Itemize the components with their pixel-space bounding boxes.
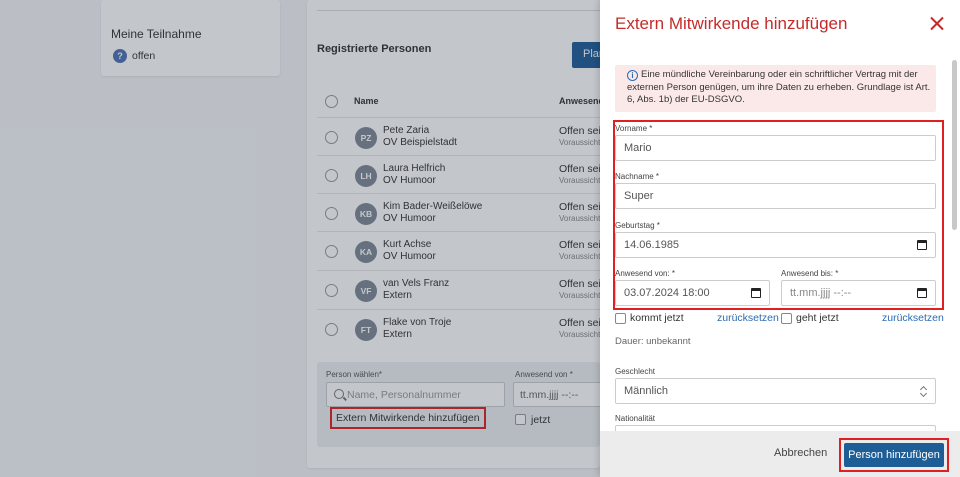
vorname-label: Vorname * [615,124,653,133]
close-icon[interactable] [927,14,947,34]
panel-scrollbar[interactable] [952,60,957,230]
anwesend-von-value: 03.07.2024 18:00 [624,287,710,299]
info-box: i Eine mündliche Vereinbarung oder ein s… [615,65,936,112]
dauer-text: Dauer: unbekannt [615,336,691,347]
cancel-button[interactable]: Abbrechen [774,447,827,459]
geburtstag-value: 14.06.1985 [624,239,680,251]
calendar-icon[interactable] [917,288,927,298]
select-arrows-icon [920,385,928,398]
background-page: Meine Teilnahme ? offen Registrierte Per… [0,0,600,477]
geht-jetzt-checkbox[interactable] [781,313,792,324]
anwesend-bis-value: tt.mm.jjjj --:-- [790,287,852,299]
vorname-input[interactable]: Mario [615,135,936,161]
geburtstag-input[interactable]: 14.06.1985 [615,232,936,258]
extern-mitwirkende-panel: Extern Mitwirkende hinzufügen i Eine mün… [600,0,960,477]
panel-scroll-area[interactable]: i Eine mündliche Vereinbarung oder ein s… [600,52,960,431]
anwesend-von-input[interactable]: 03.07.2024 18:00 [615,280,770,306]
kommt-jetzt-label: kommt jetzt [630,312,684,324]
submit-highlight: Person hinzufügen [839,438,949,472]
calendar-icon[interactable] [917,240,927,250]
anwesend-bis-input[interactable]: tt.mm.jjjj --:-- [781,280,936,306]
geschlecht-value: Männlich [624,385,669,397]
anwesend-bis-label: Anwesend bis: * [781,269,839,278]
geht-jetzt-label: geht jetzt [796,312,839,324]
panel-title: Extern Mitwirkende hinzufügen [615,14,848,33]
overlay-dim[interactable] [0,0,600,477]
kommt-jetzt-checkbox[interactable] [615,313,626,324]
geburtstag-label: Geburtstag * [615,221,660,230]
nationalitaet-label: Nationalität [615,414,656,423]
geschlecht-select[interactable]: Männlich [615,378,936,404]
nachname-input[interactable]: Super [615,183,936,209]
anwesend-von-label: Anwesend von: * [615,269,676,278]
reset-bis-link[interactable]: zurücksetzen [882,312,944,324]
reset-von-link[interactable]: zurücksetzen [717,312,779,324]
calendar-icon[interactable] [751,288,761,298]
nachname-label: Nachname * [615,172,660,181]
info-text: Eine mündliche Vereinbarung oder ein sch… [627,69,931,105]
geschlecht-label: Geschlecht [615,367,656,376]
panel-footer: Abbrechen Person hinzufügen [600,431,960,477]
person-hinzufuegen-button[interactable]: Person hinzufügen [844,443,944,467]
